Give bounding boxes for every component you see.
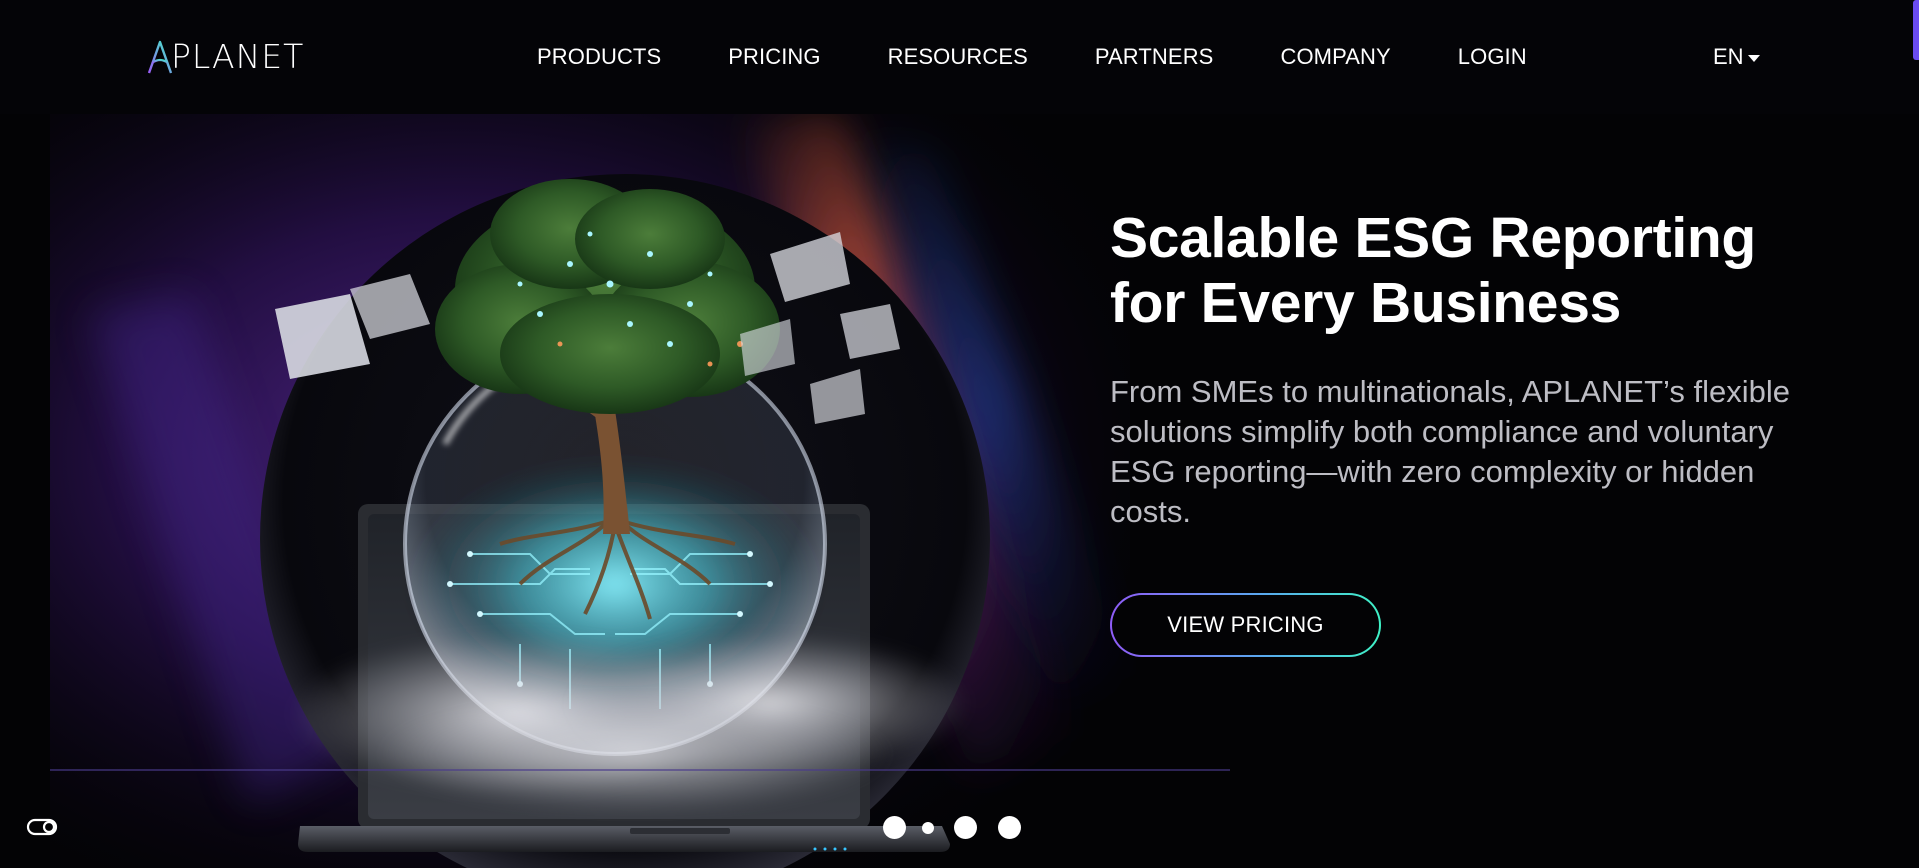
language-label: EN — [1713, 44, 1744, 69]
carousel-dot-4[interactable] — [998, 816, 1021, 839]
nav-item-products[interactable]: PRODUCTS — [537, 39, 661, 75]
carousel-pagination — [883, 816, 1021, 839]
view-pricing-button[interactable]: VIEW PRICING — [1112, 595, 1379, 655]
main-nav: PRODUCTS PRICING RESOURCES PARTNERS COMP… — [537, 39, 1527, 75]
aplanet-logo-wordmark: PLANET — [171, 37, 305, 76]
aplanet-logo[interactable]: PLANET — [147, 37, 304, 77]
carousel-dot-3[interactable] — [954, 816, 977, 839]
cookie-preferences-icon[interactable] — [26, 816, 60, 838]
site-header: PLANET PRODUCTS PRICING RESOURCES PARTNE… — [0, 0, 1919, 114]
hero-title: Scalable ESG Reporting for Every Busines… — [1110, 206, 1756, 335]
carousel-dot-1[interactable] — [883, 816, 906, 839]
nav-item-resources[interactable]: RESOURCES — [888, 39, 1028, 75]
nav-item-pricing[interactable]: PRICING — [728, 39, 820, 75]
nav-item-partners[interactable]: PARTNERS — [1095, 39, 1214, 75]
hero-illustration — [50, 114, 1230, 868]
caret-down-icon — [1747, 54, 1760, 62]
aplanet-logo-mark-icon — [147, 39, 173, 75]
scrollbar-thumb[interactable] — [1913, 0, 1919, 60]
language-selector[interactable]: EN — [1713, 39, 1760, 75]
hero-description: From SMEs to multinationals, APLANET’s f… — [1110, 374, 1790, 529]
nav-item-company[interactable]: COMPANY — [1280, 39, 1390, 75]
page: PLANET PRODUCTS PRICING RESOURCES PARTNE… — [0, 0, 1919, 868]
view-pricing-button-border: VIEW PRICING — [1110, 593, 1381, 657]
carousel-dot-2-active[interactable] — [922, 821, 934, 834]
nav-item-login[interactable]: LOGIN — [1458, 39, 1527, 75]
